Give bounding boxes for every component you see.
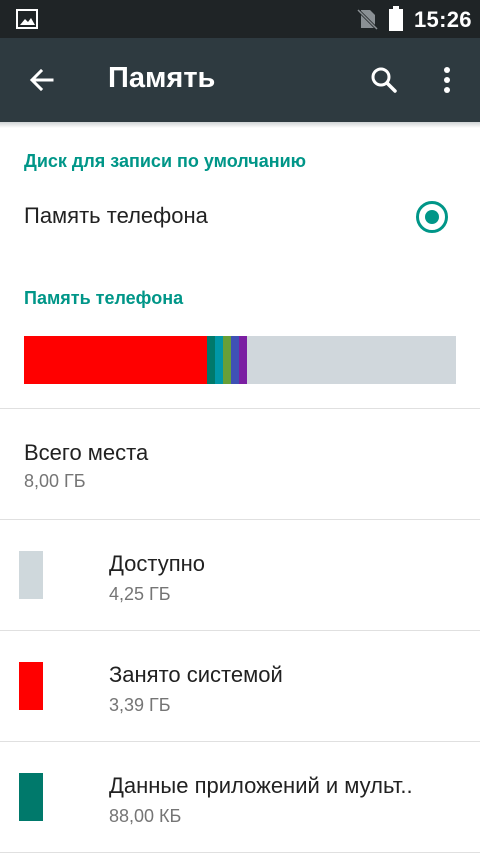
- storage-item-available[interactable]: Доступно 4,25 ГБ: [0, 520, 480, 630]
- usage-segment-system: [24, 336, 207, 384]
- storage-item-label: Доступно: [109, 551, 206, 576]
- usage-segment-segment-5: [231, 336, 239, 384]
- radio-button-selected[interactable]: [416, 201, 448, 233]
- storage-item-system[interactable]: Занято системой 3,39 ГБ: [0, 631, 480, 741]
- storage-item-apps-media[interactable]: Данные приложений и мульт.. 88,00 КБ: [0, 742, 480, 852]
- battery-icon: [389, 6, 403, 31]
- storage-item-value: 4,25 ГБ: [109, 584, 171, 604]
- divider: [0, 852, 480, 853]
- search-icon[interactable]: [364, 60, 404, 100]
- color-swatch: [19, 662, 43, 710]
- usage-segment-segment-4: [223, 336, 231, 384]
- storage-item-value: 3,39 ГБ: [109, 695, 171, 715]
- default-disk-header: Диск для записи по умолчанию: [24, 151, 307, 171]
- usage-segment-segment-6: [239, 336, 247, 384]
- app-toolbar: Память: [0, 38, 480, 122]
- more-vert-icon[interactable]: [434, 60, 460, 100]
- usage-segment-apps-media: [207, 336, 215, 384]
- storage-item-label: Занято системой: [109, 662, 283, 687]
- total-space-value: 8,00 ГБ: [24, 471, 86, 491]
- page-title: Память: [108, 62, 216, 94]
- no-sim-icon: [356, 8, 378, 30]
- status-clock: 15:26: [414, 7, 472, 32]
- default-disk-option[interactable]: Память телефона: [0, 186, 480, 248]
- total-space-label: Всего места: [24, 440, 149, 465]
- usage-segment-segment-3: [215, 336, 223, 384]
- color-swatch: [19, 773, 43, 821]
- arrow-back-icon[interactable]: [22, 60, 62, 100]
- storage-usage-bar: [24, 336, 456, 384]
- storage-item-label: Данные приложений и мульт..: [109, 773, 413, 798]
- color-swatch: [19, 551, 43, 599]
- toolbar-shadow: [0, 122, 480, 128]
- phone-storage-header: Память телефона: [24, 288, 184, 308]
- default-disk-option-label: Память телефона: [24, 203, 208, 228]
- storage-item-value: 88,00 КБ: [109, 806, 182, 826]
- image-icon: [16, 9, 38, 29]
- status-bar: 15:26: [0, 0, 480, 38]
- total-space-row[interactable]: Всего места 8,00 ГБ: [0, 409, 480, 519]
